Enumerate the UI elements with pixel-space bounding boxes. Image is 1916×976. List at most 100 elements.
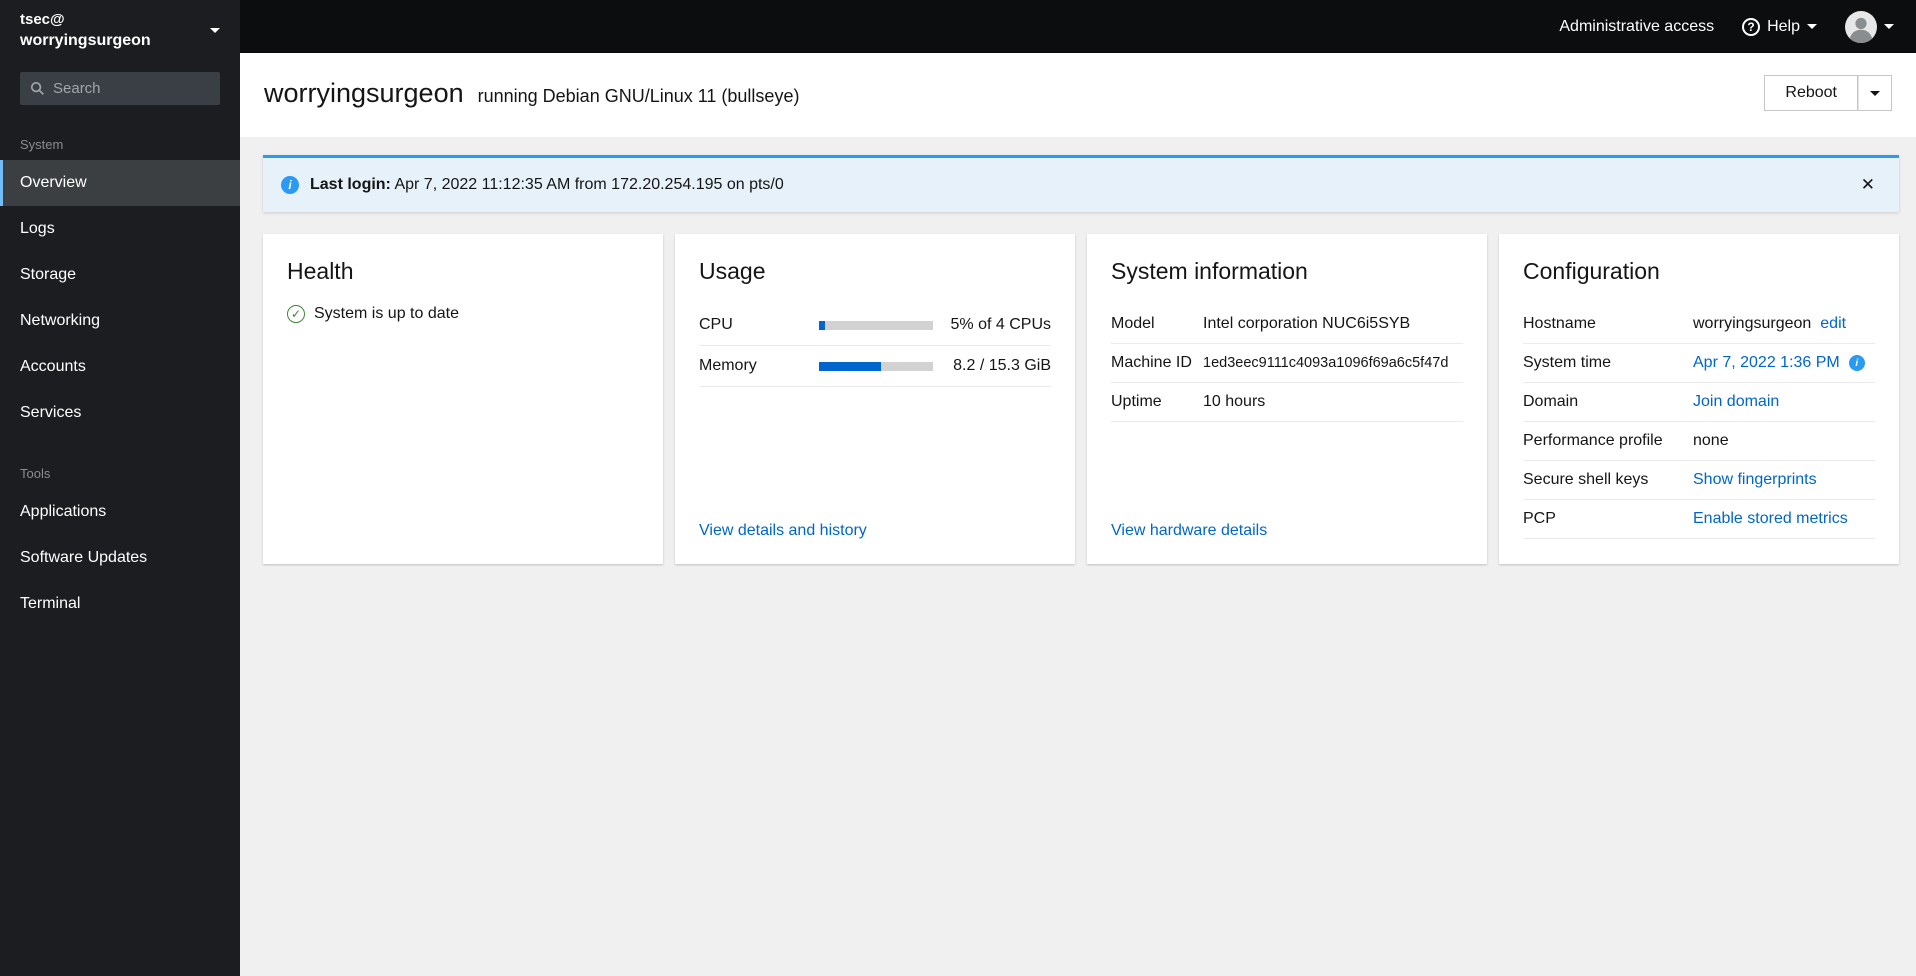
user-menu-button[interactable] [1845,10,1894,43]
sidebar-item-accounts[interactable]: Accounts [0,344,240,390]
sidebar-item-terminal[interactable]: Terminal [0,581,240,627]
health-card: Health ✓ System is up to date [263,234,663,564]
domain-row: Domain Join domain [1523,383,1875,422]
cpu-label: CPU [699,316,733,333]
health-card-title: Health [287,258,354,284]
uptime-value: 10 hours [1203,393,1266,410]
info-icon: i [281,176,299,194]
performance-profile-value: none [1693,432,1729,449]
sidebar-item-storage[interactable]: Storage [0,252,240,298]
sidebar-item-overview[interactable]: Overview [0,159,240,206]
search-icon [30,81,45,96]
sidebar-nav: System Overview Logs Storage Networking … [0,121,240,627]
avatar [1845,10,1877,43]
main-column: Administrative access ? Help worryingsur… [240,0,1916,976]
administrative-access-button[interactable]: Administrative access [1559,18,1714,36]
sidebar-item-services[interactable]: Services [0,390,240,436]
configuration-card: Configuration Hostname worryingsurgeon e… [1499,234,1899,564]
help-label: Help [1767,17,1800,35]
nav-section-system-label: System [20,136,64,152]
page-body: i Last login: Apr 7, 2022 11:12:35 AM fr… [240,137,1916,582]
machine-id-row: Machine ID 1ed3eec9111c4093a1096f69a6c5f… [1111,344,1463,383]
system-information-card-title: System information [1111,258,1308,284]
join-domain-link[interactable]: Join domain [1693,393,1779,411]
secure-shell-keys-label: Secure shell keys [1523,471,1649,488]
last-login-alert: i Last login: Apr 7, 2022 11:12:35 AM fr… [263,155,1899,212]
sidebar: tsec@ worryingsurgeon System Overview Lo… [0,0,240,976]
model-value: Intel corporation NUC6i5SYB [1203,315,1411,332]
show-fingerprints-link[interactable]: Show fingerprints [1693,471,1817,489]
page-header: worryingsurgeon running Debian GNU/Linux… [240,53,1916,137]
host-name: worryingsurgeon [20,32,151,50]
chevron-down-icon [1807,24,1817,29]
hostname-label: Hostname [1523,315,1596,332]
uptime-label: Uptime [1111,393,1162,410]
system-information-card: System information Model Intel corporati… [1087,234,1487,564]
memory-progress-bar [819,361,933,371]
uptime-row: Uptime 10 hours [1111,383,1463,422]
page-content: worryingsurgeon running Debian GNU/Linux… [240,53,1916,976]
host-user: tsec@ [20,11,65,28]
sidebar-item-networking[interactable]: Networking [0,298,240,344]
overview-cards: Health ✓ System is up to date Usage CPU … [263,234,1899,564]
system-time-label: System time [1523,354,1612,371]
enable-stored-metrics-link[interactable]: Enable stored metrics [1693,510,1848,528]
memory-usage-row: Memory 8.2 / 15.3 GiB [699,346,1051,387]
reboot-button[interactable]: Reboot [1764,75,1858,111]
page-title: worryingsurgeon [264,77,464,108]
chevron-down-icon [1884,24,1894,29]
sidebar-search [20,71,220,105]
host-title: worryingsurgeon running Debian GNU/Linux… [264,78,799,109]
os-description: running Debian GNU/Linux 11 (bullseye) [477,85,800,106]
hostname-row: Hostname worryingsurgeon edit [1523,305,1875,344]
health-status-text: System is up to date [314,305,459,322]
model-label: Model [1111,315,1155,332]
chevron-down-icon [1870,90,1880,96]
alert-close-button[interactable]: ✕ [1855,173,1881,197]
secure-shell-keys-row: Secure shell keys Show fingerprints [1523,461,1875,500]
alert-text: Last login: Apr 7, 2022 11:12:35 AM from… [310,176,1844,194]
pcp-row: PCP Enable stored metrics [1523,500,1875,539]
system-time-row: System time Apr 7, 2022 1:36 PM i [1523,344,1875,383]
sidebar-item-applications[interactable]: Applications [0,489,240,535]
reboot-dropdown-toggle[interactable] [1858,75,1892,111]
machine-id-value: 1ed3eec9111c4093a1096f69a6c5f47d [1203,355,1449,371]
pcp-label: PCP [1523,510,1556,527]
host-switcher[interactable]: tsec@ worryingsurgeon [0,0,240,60]
system-time-link[interactable]: Apr 7, 2022 1:36 PM [1693,354,1840,372]
machine-id-label: Machine ID [1111,354,1192,371]
help-icon: ? [1742,17,1761,36]
view-hardware-details-link[interactable]: View hardware details [1111,522,1463,540]
alert-message: Apr 7, 2022 11:12:35 AM from 172.20.254.… [394,176,784,193]
reboot-split-button: Reboot [1764,75,1892,111]
cpu-progress-fill [819,320,825,330]
model-row: Model Intel corporation NUC6i5SYB [1111,305,1463,344]
domain-label: Domain [1523,393,1579,410]
success-check-icon: ✓ [287,305,305,323]
usage-card: Usage CPU 5% of 4 CPUs Memory 8.2 / 15.3… [675,234,1075,564]
memory-label: Memory [699,357,757,374]
cpu-value: 5% of 4 CPUs [950,316,1051,333]
performance-profile-row: Performance profile none [1523,422,1875,461]
system-time-info-icon[interactable]: i [1848,355,1865,371]
help-menu-button[interactable]: ? Help [1742,17,1817,36]
cpu-progress-bar [819,320,933,330]
masthead: Administrative access ? Help [240,0,1916,53]
performance-profile-label: Performance profile [1523,432,1663,449]
cpu-usage-row: CPU 5% of 4 CPUs [699,305,1051,346]
nav-section-tools-label: Tools [20,465,51,481]
memory-value: 8.2 / 15.3 GiB [953,357,1051,374]
search-input[interactable] [53,79,210,97]
view-details-and-history-link[interactable]: View details and history [699,522,1051,540]
hostname-edit-link[interactable]: edit [1820,315,1846,333]
sidebar-item-logs[interactable]: Logs [0,206,240,252]
alert-title: Last login: [310,176,391,193]
hostname-value: worryingsurgeon [1693,315,1812,332]
usage-card-title: Usage [699,258,766,284]
chevron-down-icon [210,28,220,34]
health-status-row: ✓ System is up to date [287,305,639,323]
sidebar-item-software-updates[interactable]: Software Updates [0,535,240,581]
memory-progress-fill [819,361,881,371]
configuration-card-title: Configuration [1523,258,1660,284]
host-switcher-labels: tsec@ worryingsurgeon [20,10,151,52]
